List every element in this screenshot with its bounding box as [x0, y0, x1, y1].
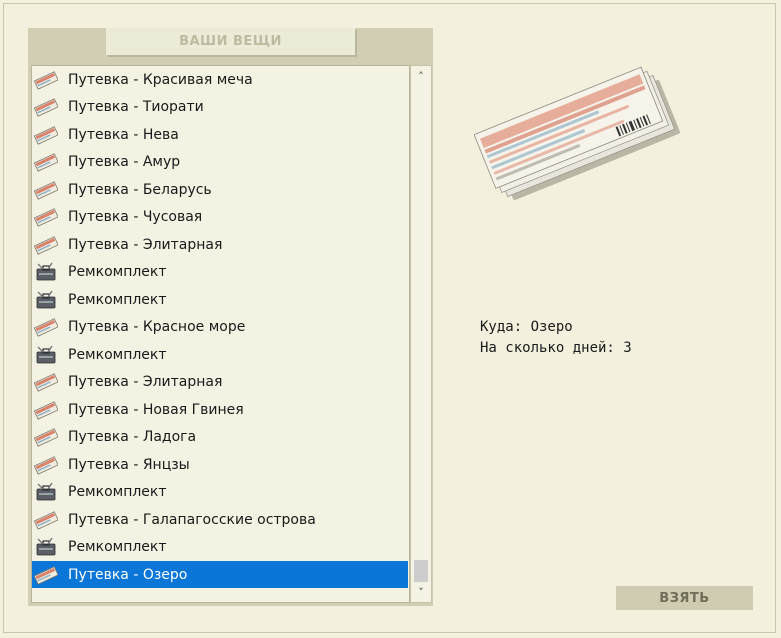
ticket-icon — [33, 234, 59, 256]
scroll-thumb[interactable] — [414, 560, 428, 582]
list-item[interactable]: Путевка - Красивая меча — [32, 66, 408, 93]
list-item[interactable]: Ремкомплект — [32, 259, 408, 286]
list-item-label: Путевка - Ладога — [68, 429, 197, 445]
list-item[interactable]: Путевка - Беларусь — [32, 176, 408, 203]
list-item-label: Ремкомплект — [68, 346, 167, 363]
list-item-label: Путевка - Нева — [68, 126, 179, 143]
list-item[interactable]: Путевка - Озеро — [32, 561, 408, 588]
list-item[interactable]: Путевка - Новая Гвинея — [32, 396, 408, 423]
repair-kit-icon — [34, 536, 58, 558]
list-item-label: Путевка - Галапагосские острова — [68, 511, 316, 528]
list-item-label: Путевка - Чусовая — [68, 209, 203, 225]
ticket-icon — [33, 316, 59, 338]
items-list[interactable]: Путевка - Красивая меча Путевка - Тиорати… — [32, 66, 410, 596]
list-scrollbar[interactable]: ˄ ˅ — [410, 65, 432, 603]
ticket-icon — [33, 399, 59, 421]
repair-kit-icon — [34, 261, 58, 283]
repair-kit-icon — [34, 344, 58, 366]
list-item-label: Ремкомплект — [68, 264, 167, 280]
list-item[interactable]: Ремкомплект — [32, 479, 408, 506]
list-item[interactable]: Путевка - Чусовая — [32, 204, 408, 231]
list-item-label: Путевка - Беларусь — [68, 181, 212, 198]
repair-kit-icon — [34, 481, 58, 503]
list-item[interactable]: Путевка - Амур — [32, 149, 408, 176]
ticket-icon — [33, 151, 59, 173]
ticket-booklet-image — [474, 66, 680, 201]
ticket-icon — [33, 509, 59, 531]
list-item-label: Путевка - Элитарная — [68, 374, 223, 390]
list-item-label: Ремкомплект — [68, 539, 167, 555]
list-item-label: Путевка - Янцзы — [68, 456, 190, 473]
scroll-up-icon[interactable]: ˄ — [411, 66, 431, 86]
ticket-icon — [33, 426, 59, 448]
ticket-icon — [33, 96, 59, 118]
item-details: Куда: Озеро На сколько дней: 3 — [480, 317, 632, 359]
list-item-label: Путевка - Красивая меча — [68, 71, 253, 88]
items-list-box[interactable]: Путевка - Красивая меча Путевка - Тиорати… — [31, 65, 410, 603]
destination-text: Куда: Озеро — [480, 319, 573, 335]
scroll-down-icon[interactable]: ˅ — [411, 582, 431, 602]
list-item-label: Путевка - Амур — [68, 154, 181, 170]
list-item-label: Ремкомплект — [68, 484, 167, 500]
list-item[interactable]: Путевка - Ладога — [32, 424, 408, 451]
ticket-icon — [33, 564, 59, 586]
list-item[interactable]: Путевка - Галапагосские острова — [32, 506, 408, 533]
list-item[interactable]: Путевка - Нева — [32, 121, 408, 148]
list-item[interactable]: Путевка - Тиорати — [32, 94, 408, 121]
ticket-icon — [33, 206, 59, 228]
list-item-label: Путевка - Новая Гвинея — [68, 401, 244, 418]
list-item[interactable]: Путевка - Элитарная — [32, 369, 408, 396]
ticket-icon — [33, 124, 59, 146]
list-item[interactable]: Путевка - Элитарная — [32, 231, 408, 258]
list-item[interactable]: Путевка - Красное море — [32, 314, 408, 341]
list-item[interactable]: Ремкомплект — [32, 286, 408, 313]
take-button-label: ВЗЯТЬ — [659, 590, 710, 606]
list-item-label: Путевка - Озеро — [68, 566, 188, 583]
list-item[interactable]: Ремкомплект — [32, 534, 408, 561]
list-item-label: Путевка - Красное море — [68, 319, 246, 335]
ticket-icon — [33, 454, 59, 476]
days-text: На сколько дней: 3 — [480, 340, 632, 356]
panel-title: ВАШИ ВЕЩИ — [179, 34, 282, 49]
list-item-label: Путевка - Тиорати — [68, 99, 204, 115]
list-item-label: Ремкомплект — [68, 291, 167, 308]
ticket-icon — [33, 69, 59, 91]
ticket-icon — [33, 179, 59, 201]
take-button[interactable]: ВЗЯТЬ — [616, 586, 753, 610]
list-item-label: Путевка - Элитарная — [68, 236, 223, 253]
list-item[interactable]: Путевка - Янцзы — [32, 451, 408, 478]
list-item[interactable]: Ремкомплект — [32, 341, 408, 368]
ticket-icon — [33, 371, 59, 393]
panel-title-tab: ВАШИ ВЕЩИ — [106, 28, 355, 55]
repair-kit-icon — [34, 289, 58, 311]
